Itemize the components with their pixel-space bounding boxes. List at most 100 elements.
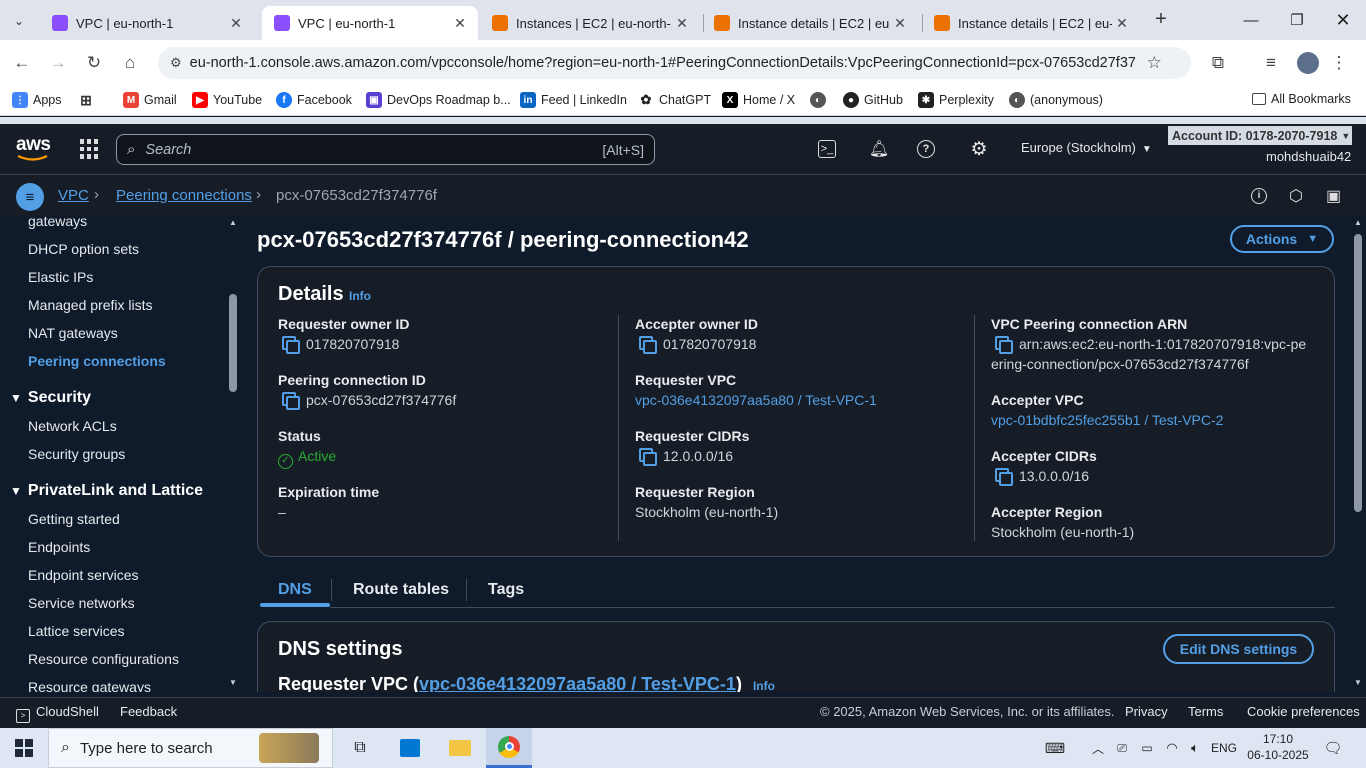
bookmark-linkedin[interactable]: in Feed | LinkedIn	[520, 92, 627, 108]
media-control-icon[interactable]: ≡	[1258, 50, 1284, 76]
browser-tab[interactable]: VPC | eu-north-1 ✕	[40, 6, 254, 40]
site-settings-icon[interactable]: ⚙	[170, 55, 182, 71]
sidebar-item-elastic-ips[interactable]: Elastic IPs	[28, 269, 93, 285]
sidebar-item-resource-gateways[interactable]: Resource gateways	[28, 679, 151, 692]
account-badge[interactable]: Account ID: 0178-2070-7918 ▼	[1168, 126, 1352, 145]
close-window-button[interactable]: ✕	[1320, 0, 1366, 40]
clock[interactable]: 17:10 06-10-2025	[1246, 731, 1310, 763]
kebab-menu-icon[interactable]: ⋮	[1326, 50, 1352, 76]
tab-search-icon[interactable]: ⌄	[8, 10, 30, 32]
forward-icon[interactable]: →	[45, 50, 71, 76]
privacy-link[interactable]: Privacy	[1125, 704, 1168, 719]
home-icon[interactable]: ⌂	[117, 50, 143, 76]
close-icon[interactable]: ✕	[672, 15, 692, 32]
actions-button[interactable]: Actions ▼	[1230, 225, 1334, 253]
all-bookmarks[interactable]: All Bookmarks	[1252, 92, 1351, 106]
copy-icon[interactable]	[282, 392, 300, 410]
bookmark-github[interactable]: ● GitHub	[843, 92, 903, 108]
edit-dns-settings-button[interactable]: Edit DNS settings	[1163, 634, 1314, 664]
new-tab-button[interactable]: +	[1150, 8, 1172, 32]
browser-tab[interactable]: Instance details | EC2 | eu-nc ✕	[702, 6, 918, 40]
sidebar-item-endpoints[interactable]: Endpoints	[28, 539, 90, 555]
aws-logo[interactable]: aws	[16, 134, 51, 161]
bookmark-globe[interactable]: ◐	[810, 92, 831, 108]
breadcrumb-vpc[interactable]: VPC	[58, 187, 89, 204]
cloudshell-button[interactable]: > CloudShell	[16, 704, 99, 723]
language-indicator[interactable]: ENG	[1208, 728, 1240, 768]
extensions-icon[interactable]: ⧉	[1205, 50, 1231, 76]
windows-start-icon[interactable]	[0, 728, 48, 768]
avatar[interactable]	[1297, 52, 1319, 74]
copy-icon[interactable]	[995, 468, 1013, 486]
bookmark-perplexity[interactable]: ✱ Perplexity	[918, 92, 994, 108]
bookmark-grid[interactable]: ⊞	[78, 92, 99, 108]
bookmark-gmail[interactable]: M Gmail	[123, 92, 177, 108]
store-icon[interactable]	[390, 728, 430, 768]
sidebar-item-nat-gateways[interactable]: NAT gateways	[28, 325, 118, 341]
close-icon[interactable]: ✕	[450, 15, 470, 32]
requester-vpc-link[interactable]: vpc-036e4132097aa5a80 / Test-VPC-1	[419, 674, 736, 692]
hamburger-menu-icon[interactable]: ≡	[16, 183, 44, 211]
services-menu-icon[interactable]	[80, 139, 100, 159]
terms-link[interactable]: Terms	[1188, 704, 1223, 719]
tab-dns[interactable]: DNS	[278, 581, 312, 599]
main-scrollbar[interactable]: ▲ ▼	[1350, 216, 1366, 692]
sidebar-item-peering-connections[interactable]: Peering connections	[28, 353, 166, 369]
file-explorer-icon[interactable]	[440, 728, 480, 768]
wifi-icon[interactable]: ◠	[1162, 728, 1182, 768]
bookmark-apps[interactable]: ⋮ Apps	[12, 92, 62, 108]
meet-icon[interactable]: ⎚	[1112, 728, 1132, 768]
bookmark-star-icon[interactable]: ☆	[1147, 53, 1162, 73]
tab-tags[interactable]: Tags	[488, 581, 524, 599]
battery-icon[interactable]: ▭	[1137, 728, 1157, 768]
copy-icon[interactable]	[995, 336, 1013, 354]
cloudshell-icon[interactable]: >_	[818, 140, 836, 158]
sidebar-item-getting-started[interactable]: Getting started	[28, 511, 120, 527]
bookmark-anonymous[interactable]: ◐ (anonymous)	[1009, 92, 1103, 108]
bookmark-devops[interactable]: ▣ DevOps Roadmap b...	[366, 92, 511, 108]
bookmark-facebook[interactable]: f Facebook	[276, 92, 352, 108]
region-selector[interactable]: Europe (Stockholm) ▼	[1021, 140, 1152, 155]
address-bar[interactable]: ⚙ eu-north-1.console.aws.amazon.com/vpcc…	[158, 47, 1191, 79]
copy-icon[interactable]	[639, 448, 657, 466]
sidebar-item-resource-configurations[interactable]: Resource configurations	[28, 651, 179, 667]
notification-icon[interactable]: 🗨︎	[1318, 728, 1348, 768]
browser-tab-active[interactable]: VPC | eu-north-1 ✕	[262, 6, 478, 40]
sidebar-item-service-networks[interactable]: Service networks	[28, 595, 135, 611]
info-link[interactable]: Info	[349, 289, 371, 303]
browser-tab[interactable]: Instances | EC2 | eu-north-1 ✕	[480, 6, 700, 40]
close-icon[interactable]: ✕	[1112, 15, 1132, 32]
sidebar-item-prefix-lists[interactable]: Managed prefix lists	[28, 297, 153, 313]
sidebar-item-endpoint-services[interactable]: Endpoint services	[28, 567, 139, 583]
bookmark-x[interactable]: X Home / X	[722, 92, 795, 108]
cookie-preferences-link[interactable]: Cookie preferences	[1247, 704, 1360, 719]
minimize-button[interactable]: —	[1228, 0, 1274, 40]
close-icon[interactable]: ✕	[890, 15, 910, 32]
accepter-vpc-link[interactable]: vpc-01bdbfc25fec255b1 / Test-VPC-2	[991, 412, 1223, 428]
username[interactable]: mohdshuaib42	[1266, 149, 1351, 164]
sidebar-item-lattice-services[interactable]: Lattice services	[28, 623, 124, 639]
display-settings-icon[interactable]: ▣	[1326, 186, 1341, 206]
restore-button[interactable]: ❐	[1274, 0, 1320, 40]
bookmark-youtube[interactable]: ▶ YouTube	[192, 92, 262, 108]
task-view-icon[interactable]: ⧉	[340, 728, 380, 768]
reload-icon[interactable]: ↻	[81, 50, 107, 76]
help-icon[interactable]: ?	[917, 140, 935, 158]
bookmark-chatgpt[interactable]: ✿ ChatGPT	[638, 92, 712, 108]
copy-icon[interactable]	[639, 336, 657, 354]
sidebar-section-security[interactable]: ▼ Security	[10, 389, 91, 407]
taskbar-search-input[interactable]: ⌕ Type here to search	[48, 728, 333, 768]
chrome-icon[interactable]	[486, 728, 532, 768]
sidebar-section-privatelink[interactable]: ▼ PrivateLink and Lattice	[10, 482, 203, 500]
sidebar-scrollbar[interactable]: ▲ ▼	[226, 216, 240, 692]
browser-tab[interactable]: Instance details | EC2 | eu-nc ✕	[922, 6, 1140, 40]
keyboard-icon[interactable]: ⌨	[1040, 728, 1070, 768]
chevron-up-icon[interactable]: ︿	[1088, 728, 1108, 768]
info-link[interactable]: Info	[753, 679, 775, 692]
close-icon[interactable]: ✕	[226, 15, 246, 32]
settings-gear-icon[interactable]: ⚙	[967, 137, 991, 161]
sidebar-item-network-acls[interactable]: Network ACLs	[28, 418, 117, 434]
info-icon[interactable]: i	[1251, 188, 1267, 204]
breadcrumb-peering[interactable]: Peering connections	[116, 187, 252, 204]
volume-icon[interactable]: 🔈︎	[1185, 728, 1205, 768]
